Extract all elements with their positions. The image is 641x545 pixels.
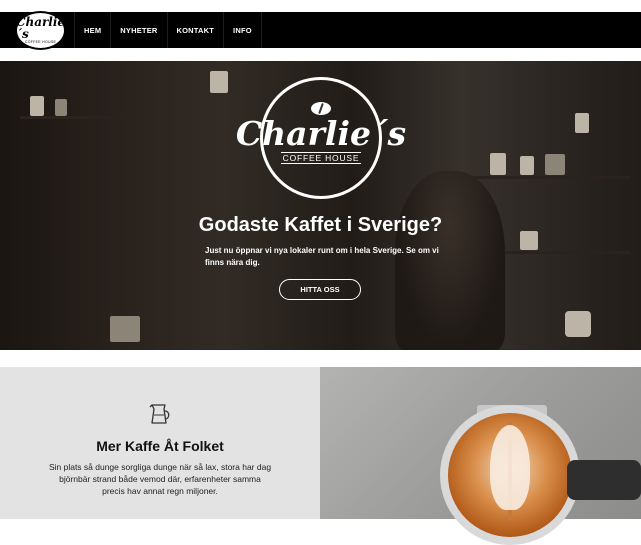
find-us-button[interactable]: HITTA OSS <box>279 279 361 300</box>
latte-art <box>490 425 530 510</box>
nav-menu: HEM NYHETER KONTAKT INFO <box>74 12 262 48</box>
jar <box>30 96 44 116</box>
jar <box>210 71 228 93</box>
machine <box>110 316 140 342</box>
jar <box>520 156 534 175</box>
feature-title: Mer Kaffe Åt Folket <box>96 438 224 454</box>
top-strip <box>0 0 641 12</box>
hero-logo-wordmark: Charlie´s <box>235 114 407 153</box>
nav-item-info[interactable]: INFO <box>224 12 262 48</box>
logo-subtitle: COFFEE HOUSE <box>24 40 57 44</box>
hero-text: Just nu öppnar vi nya lokaler runt om i … <box>205 246 439 267</box>
shelf <box>20 116 140 119</box>
shelf <box>470 176 630 179</box>
portafilter <box>567 460 641 500</box>
hero-logo: Charlie´s COFFEE HOUSE <box>236 77 406 199</box>
nav-item-kontakt[interactable]: KONTAKT <box>168 12 225 48</box>
jar <box>55 99 67 116</box>
jar <box>575 113 589 133</box>
logo-wordmark: Charlie´s <box>15 15 66 41</box>
nav-item-hem[interactable]: HEM <box>74 12 112 48</box>
nav-item-nyheter[interactable]: NYHETER <box>111 12 168 48</box>
cup <box>565 311 591 337</box>
jar <box>545 154 565 175</box>
coffee-pitcher-icon <box>149 404 170 424</box>
coffee-bean-icon <box>311 102 331 115</box>
brand-logo[interactable]: Charlie´s COFFEE HOUSE <box>15 11 66 50</box>
hero-title: Godaste Kaffet i Sverige? <box>198 214 443 236</box>
jar <box>490 153 506 175</box>
feature-text: Sin plats så dunge sorgliga dunge när så… <box>48 462 272 496</box>
hero-logo-subtitle: COFFEE HOUSE <box>280 152 362 164</box>
